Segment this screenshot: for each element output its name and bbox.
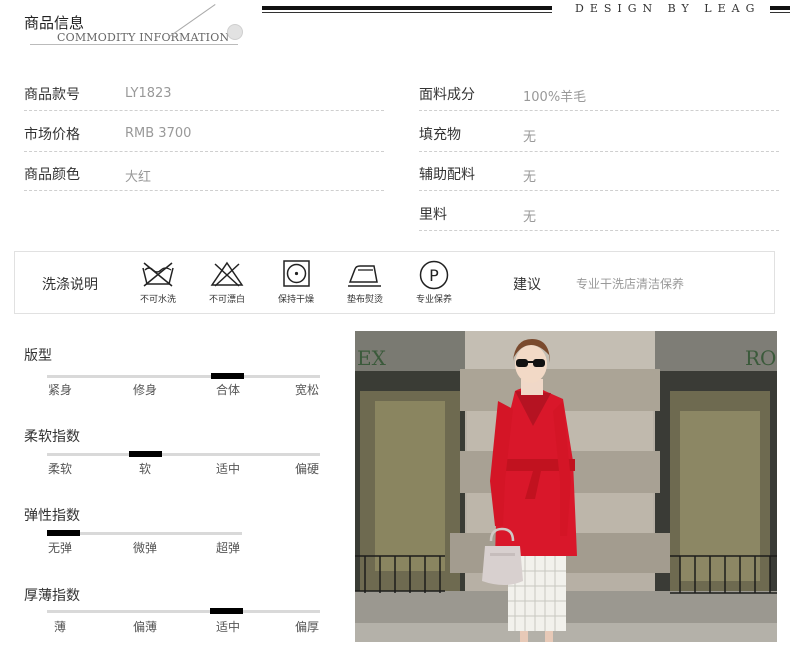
scale-label: 超弹 <box>215 541 240 555</box>
care-caption: 不可漂白 <box>208 295 245 305</box>
scale-track <box>47 610 320 613</box>
header-rule-thin-left <box>262 12 552 13</box>
scale-label: 适中 <box>215 462 240 476</box>
scale-label: 柔软 <box>47 462 72 476</box>
brand-tagline: DESIGN BY LEAG <box>575 2 761 15</box>
scale-marker <box>47 530 80 536</box>
scale-title: 厚薄指数 <box>24 588 80 604</box>
header-rule-thick-left <box>262 6 552 10</box>
divider <box>419 151 779 152</box>
info-value-market-price: RMB 3700 <box>125 126 192 141</box>
storefront-sign-right: RO <box>745 346 776 370</box>
info-value-fabric: 100%羊毛 <box>523 90 587 105</box>
scale-label: 紧身 <box>47 383 72 397</box>
svg-text:P: P <box>429 266 439 285</box>
scale-title: 柔软指数 <box>24 429 80 445</box>
header-underline <box>30 44 238 45</box>
care-item-no-bleach: 不可漂白 <box>202 260 252 305</box>
info-label-filling: 填充物 <box>419 127 461 143</box>
care-item-cloth-iron: 垫布熨烫 <box>340 260 390 305</box>
section-title: 商品信息 <box>24 14 85 32</box>
care-caption: 不可水洗 <box>139 295 176 305</box>
section-subtitle: COMMODITY INFORMATION <box>57 31 230 44</box>
divider <box>24 151 384 152</box>
scale-label: 软 <box>138 462 151 476</box>
scale-label: 修身 <box>132 383 157 397</box>
divider <box>419 230 779 231</box>
scale-marker <box>129 451 162 457</box>
info-label-color: 商品颜色 <box>24 167 80 183</box>
care-item-professional-care: P 专业保养 <box>409 260 459 305</box>
scale-marker <box>211 373 244 379</box>
scale-label: 薄 <box>53 620 66 634</box>
scale-label: 偏薄 <box>132 620 157 634</box>
divider <box>419 110 779 111</box>
model-in-red-coat-illustration: EX RO <box>355 331 777 642</box>
keep-dry-icon <box>283 260 310 287</box>
scale-label: 合体 <box>215 383 240 397</box>
care-caption: 保持干燥 <box>277 295 314 305</box>
divider <box>24 110 384 111</box>
scale-label: 无弹 <box>47 541 72 555</box>
scale-track <box>47 453 320 456</box>
info-label-accessories: 辅助配料 <box>419 167 475 183</box>
care-caption: 垫布熨烫 <box>346 295 383 305</box>
info-label-style-no: 商品款号 <box>24 87 80 103</box>
info-value-style-no: LY1823 <box>125 86 172 101</box>
scale-label: 偏硬 <box>294 462 319 476</box>
no-bleach-icon <box>210 261 244 287</box>
scale-label: 适中 <box>215 620 240 634</box>
care-item-keep-dry: 保持干燥 <box>271 260 321 305</box>
scale-label: 微弹 <box>132 541 157 555</box>
scale-title: 版型 <box>24 348 52 364</box>
product-photo: EX RO <box>355 331 777 642</box>
header-rule-thin-right <box>770 12 790 13</box>
care-advice-label: 建议 <box>513 277 541 293</box>
care-title: 洗涤说明 <box>42 277 98 293</box>
info-value-lining: 无 <box>523 210 537 225</box>
divider <box>24 190 384 191</box>
scale-marker <box>210 608 243 614</box>
info-label-market-price: 市场价格 <box>24 127 80 143</box>
divider <box>419 190 779 191</box>
info-value-color: 大红 <box>125 170 152 185</box>
info-value-filling: 无 <box>523 130 537 145</box>
cloth-iron-icon <box>348 265 381 287</box>
no-water-wash-icon <box>142 262 174 287</box>
header-rule-thick-right <box>770 6 790 10</box>
scale-track <box>47 375 320 378</box>
storefront-sign-left: EX <box>357 346 387 370</box>
info-label-lining: 里料 <box>419 207 447 223</box>
care-item-no-water-wash: 不可水洗 <box>133 260 183 305</box>
professional-care-icon: P <box>419 260 449 290</box>
scale-label: 宽松 <box>294 383 319 397</box>
scale-title: 弹性指数 <box>24 508 80 524</box>
info-value-accessories: 无 <box>523 170 537 185</box>
info-label-fabric: 面料成分 <box>419 87 475 103</box>
decorative-circle-icon <box>227 24 243 40</box>
care-caption: 专业保养 <box>415 295 452 305</box>
care-advice-value: 专业干洗店清洁保养 <box>576 277 685 291</box>
scale-label: 偏厚 <box>294 620 319 634</box>
